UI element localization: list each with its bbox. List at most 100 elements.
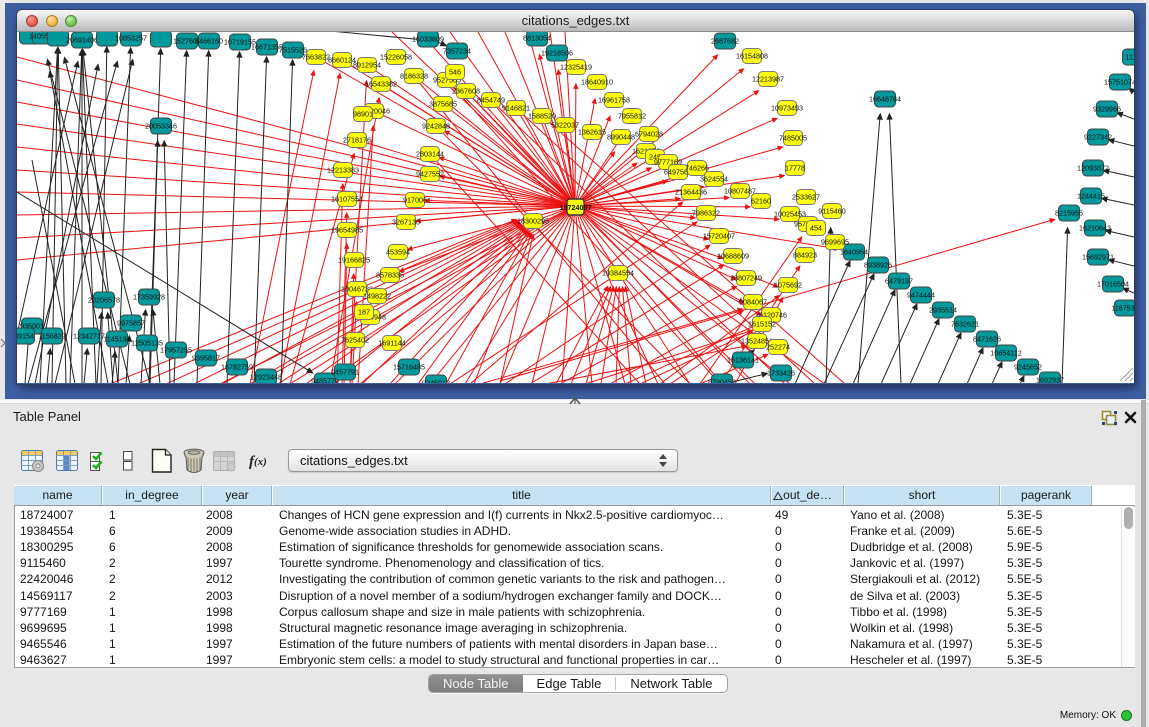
svg-text:17957255: 17957255: [160, 346, 192, 355]
svg-text:746266: 746266: [685, 164, 709, 173]
svg-text:20206578: 20206578: [88, 296, 120, 305]
svg-text:18724007: 18724007: [560, 203, 592, 212]
svg-text:18640910: 18640910: [581, 78, 613, 87]
svg-text:5322037: 5322037: [551, 121, 579, 130]
svg-text:7625402: 7625402: [341, 336, 369, 345]
svg-text:10688609: 10688609: [717, 252, 749, 261]
svg-text:8215955: 8215955: [1055, 209, 1083, 218]
svg-text:1145194: 1145194: [103, 335, 130, 344]
svg-text:15716485: 15716485: [393, 363, 425, 372]
svg-text:9457791: 9457791: [331, 368, 359, 377]
svg-text:9245012: 9245012: [422, 379, 450, 384]
svg-text:8912954: 8912954: [353, 61, 381, 70]
svg-text:2718176: 2718176: [343, 136, 371, 145]
svg-text:546: 546: [449, 68, 461, 77]
svg-text:15720407: 15720407: [703, 232, 735, 241]
svg-text:9329966: 9329966: [1093, 105, 1121, 114]
svg-text:17016504: 17016504: [1097, 280, 1129, 289]
svg-text:1588520: 1588520: [528, 112, 556, 121]
svg-text:12325419: 12325419: [560, 63, 592, 72]
svg-text:20691406: 20691406: [66, 36, 98, 45]
svg-text:252274: 252274: [766, 343, 790, 352]
svg-text:884923: 884923: [793, 251, 817, 260]
svg-text:917006: 917006: [403, 196, 427, 205]
svg-text:1362615: 1362615: [578, 128, 606, 137]
svg-text:2687682: 2687682: [711, 37, 739, 46]
svg-text:(x): (x): [254, 456, 267, 468]
svg-text:19654985: 19654985: [331, 226, 363, 235]
svg-text:1156829: 1156829: [38, 332, 65, 341]
svg-text:16154808: 16154808: [736, 52, 768, 61]
svg-text:8938926: 8938926: [864, 261, 892, 270]
svg-text:1167534: 1167534: [1111, 304, 1134, 313]
svg-text:9242848: 9242848: [422, 122, 450, 131]
svg-text:18807249: 18807249: [730, 274, 762, 283]
svg-text:7632621: 7632621: [951, 320, 979, 329]
svg-text:21364436: 21364436: [675, 188, 707, 197]
svg-text:16782759: 16782759: [221, 363, 253, 372]
svg-text:1244415: 1244415: [1077, 192, 1105, 201]
svg-text:8660124: 8660124: [328, 56, 356, 65]
svg-text:1691144: 1691144: [378, 339, 405, 348]
svg-text:15692971: 15692971: [1082, 253, 1114, 262]
svg-text:1498222: 1498222: [363, 292, 391, 301]
svg-text:8813054: 8813054: [523, 34, 551, 43]
svg-text:16543382: 16543382: [365, 80, 397, 89]
svg-text:3267130: 3267130: [392, 218, 420, 227]
svg-text:8471626: 8471626: [973, 335, 1001, 344]
svg-text:39154: 39154: [17, 332, 34, 341]
svg-text:7485005: 7485005: [779, 134, 807, 143]
svg-text:1112: 1112: [1126, 53, 1134, 62]
svg-text:15751074: 15751074: [1104, 78, 1134, 87]
svg-text:62160: 62160: [751, 197, 771, 206]
svg-text:9699695: 9699695: [821, 238, 849, 247]
svg-text:12505135: 12505135: [131, 339, 163, 348]
svg-text:454: 454: [810, 224, 822, 233]
svg-text:18300295: 18300295: [517, 217, 549, 226]
svg-text:20053346: 20053346: [145, 122, 177, 131]
svg-text:8790452: 8790452: [708, 378, 736, 384]
svg-text:7663822: 7663822: [302, 53, 330, 62]
svg-text:1692937: 1692937: [1036, 376, 1064, 384]
svg-text:12342717: 12342717: [73, 332, 105, 341]
svg-text:9975857: 9975857: [117, 319, 145, 328]
svg-text:3875685: 3875685: [429, 100, 457, 109]
svg-text:9474444: 9474444: [907, 291, 935, 300]
svg-text:9115460: 9115460: [818, 207, 845, 216]
svg-text:2803144: 2803144: [416, 150, 444, 159]
svg-text:15226058: 15226058: [380, 53, 412, 62]
svg-text:1733426: 1733426: [767, 369, 795, 378]
svg-text:19384554: 19384554: [602, 269, 634, 278]
svg-text:187: 187: [358, 308, 370, 317]
svg-text:98901: 98901: [353, 110, 373, 119]
svg-text:3624554: 3624554: [700, 175, 728, 184]
svg-text:10807487: 10807487: [724, 187, 756, 196]
svg-text:2935514: 2935514: [929, 306, 957, 315]
svg-text:19218506: 19218506: [541, 49, 573, 58]
svg-text:1075692: 1075692: [774, 281, 802, 290]
svg-text:6479197: 6479197: [885, 277, 913, 286]
svg-text:453594: 453594: [386, 248, 410, 257]
svg-text:10853257: 10853257: [115, 34, 147, 43]
svg-text:17359928: 17359928: [133, 293, 165, 302]
svg-text:16107554: 16107554: [331, 195, 363, 204]
svg-text:10654112: 10654112: [990, 349, 1021, 358]
svg-text:7955812: 7955812: [618, 112, 646, 121]
svg-text:9395817: 9395817: [192, 354, 220, 363]
svg-text:12213383: 12213383: [327, 166, 359, 175]
svg-text:8454749: 8454749: [477, 96, 505, 105]
svg-text:16033809: 16033809: [412, 35, 444, 44]
svg-text:6466160: 6466160: [195, 37, 223, 46]
svg-text:6794028: 6794028: [635, 130, 663, 139]
svg-text:12923448: 12923448: [250, 373, 282, 382]
svg-text:1615152: 1615152: [748, 320, 776, 329]
svg-text:8578335: 8578335: [376, 271, 404, 280]
svg-text:9427552: 9427552: [416, 170, 444, 179]
svg-text:9245652: 9245652: [1014, 363, 1042, 372]
svg-text:2367608: 2367608: [452, 87, 480, 96]
svg-text:9084067: 9084067: [739, 298, 767, 307]
svg-text:12093872: 12093872: [1077, 164, 1109, 173]
svg-text:10973493: 10973493: [771, 104, 803, 113]
svg-text:17778: 17778: [785, 164, 805, 173]
svg-text:9227342: 9227342: [1084, 133, 1112, 142]
